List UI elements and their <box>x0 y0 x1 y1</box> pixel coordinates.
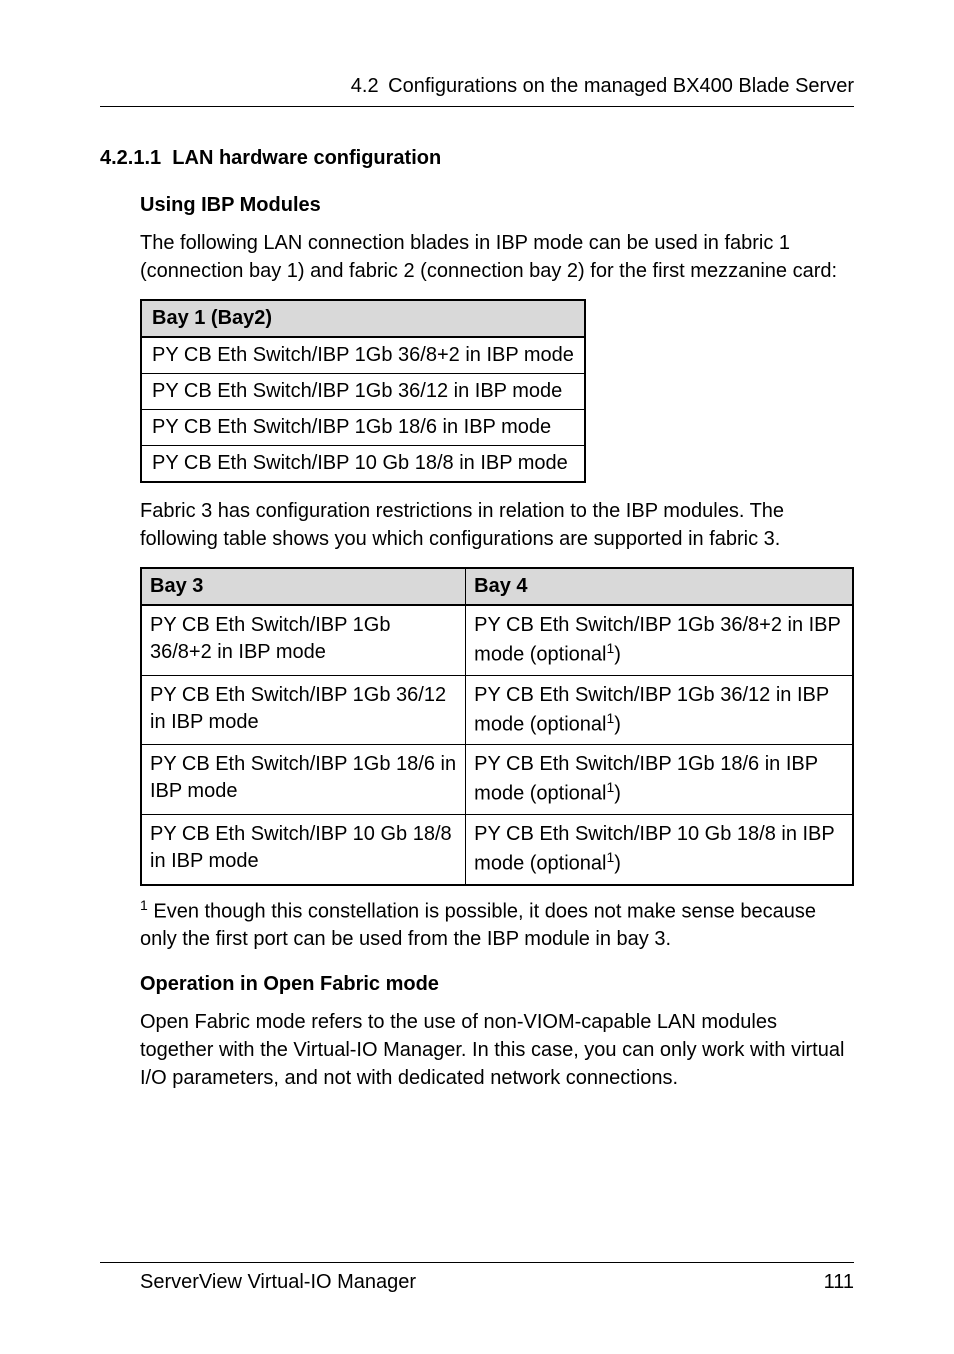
bay1-cell: PY CB Eth Switch/IBP 1Gb 18/6 in IBP mod… <box>141 410 585 446</box>
bay4-cell: PY CB Eth Switch/IBP 1Gb 36/12 in IBP mo… <box>466 675 853 745</box>
bay4-cell: PY CB Eth Switch/IBP 1Gb 36/8+2 in IBP m… <box>466 605 853 675</box>
page-footer: ServerView Virtual-IO Manager 111 <box>100 1262 854 1294</box>
openfabric-heading: Operation in Open Fabric mode <box>140 973 854 996</box>
table-row: PY CB Eth Switch/IBP 1Gb 36/12 in IBP mo… <box>141 675 853 745</box>
bay1-table: Bay 1 (Bay2) PY CB Eth Switch/IBP 1Gb 36… <box>140 299 586 483</box>
section-title: Configurations on the managed BX400 Blad… <box>388 75 854 98</box>
bay3-cell: PY CB Eth Switch/IBP 1Gb 36/8+2 in IBP m… <box>141 605 466 675</box>
bay3-cell: PY CB Eth Switch/IBP 1Gb 36/12 in IBP mo… <box>141 675 466 745</box>
bay3-header: Bay 3 <box>141 568 466 605</box>
page-number: 111 <box>824 1271 854 1294</box>
section-number: 4.2 <box>351 75 379 98</box>
table-row: PY CB Eth Switch/IBP 1Gb 36/8+2 in IBP m… <box>141 605 853 675</box>
bay3-bay4-table: Bay 3 Bay 4 PY CB Eth Switch/IBP 1Gb 36/… <box>140 567 854 886</box>
bay1-table-header: Bay 1 (Bay2) <box>141 300 585 337</box>
ibp-heading: Using IBP Modules <box>140 194 854 217</box>
ibp-intro-text: The following LAN connection blades in I… <box>140 229 854 285</box>
table-row: PY CB Eth Switch/IBP 10 Gb 18/8 in IBP m… <box>141 814 853 884</box>
bay3-cell: PY CB Eth Switch/IBP 1Gb 18/6 in IBP mod… <box>141 745 466 815</box>
subsection-title: LAN hardware configuration <box>172 147 441 169</box>
footnote-text: Even though this constellation is possib… <box>140 900 816 950</box>
table-row: PY CB Eth Switch/IBP 1Gb 18/6 in IBP mod… <box>141 410 585 446</box>
table-row: PY CB Eth Switch/IBP 1Gb 36/8+2 in IBP m… <box>141 337 585 374</box>
bay1-cell: PY CB Eth Switch/IBP 1Gb 36/8+2 in IBP m… <box>141 337 585 374</box>
bay1-cell: PY CB Eth Switch/IBP 10 Gb 18/8 in IBP m… <box>141 446 585 483</box>
bay4-cell: PY CB Eth Switch/IBP 10 Gb 18/8 in IBP m… <box>466 814 853 884</box>
table-row: PY CB Eth Switch/IBP 1Gb 36/12 in IBP mo… <box>141 374 585 410</box>
table-row: PY CB Eth Switch/IBP 1Gb 18/6 in IBP mod… <box>141 745 853 815</box>
bay3-cell: PY CB Eth Switch/IBP 10 Gb 18/8 in IBP m… <box>141 814 466 884</box>
footer-left: ServerView Virtual-IO Manager <box>140 1271 416 1294</box>
footnote-marker: 1 <box>140 897 148 913</box>
table-row: PY CB Eth Switch/IBP 10 Gb 18/8 in IBP m… <box>141 446 585 483</box>
fabric3-text: Fabric 3 has configuration restrictions … <box>140 497 854 553</box>
page-header: 4.2 Configurations on the managed BX400 … <box>100 75 854 107</box>
bay4-header: Bay 4 <box>466 568 853 605</box>
bay4-cell: PY CB Eth Switch/IBP 1Gb 18/6 in IBP mod… <box>466 745 853 815</box>
subsection-number: 4.2.1.1 <box>100 147 161 169</box>
footnote: 1 Even though this constellation is poss… <box>140 896 854 954</box>
openfabric-text: Open Fabric mode refers to the use of no… <box>140 1008 854 1092</box>
subsection-heading: 4.2.1.1 LAN hardware configuration <box>100 147 854 170</box>
bay1-cell: PY CB Eth Switch/IBP 1Gb 36/12 in IBP mo… <box>141 374 585 410</box>
